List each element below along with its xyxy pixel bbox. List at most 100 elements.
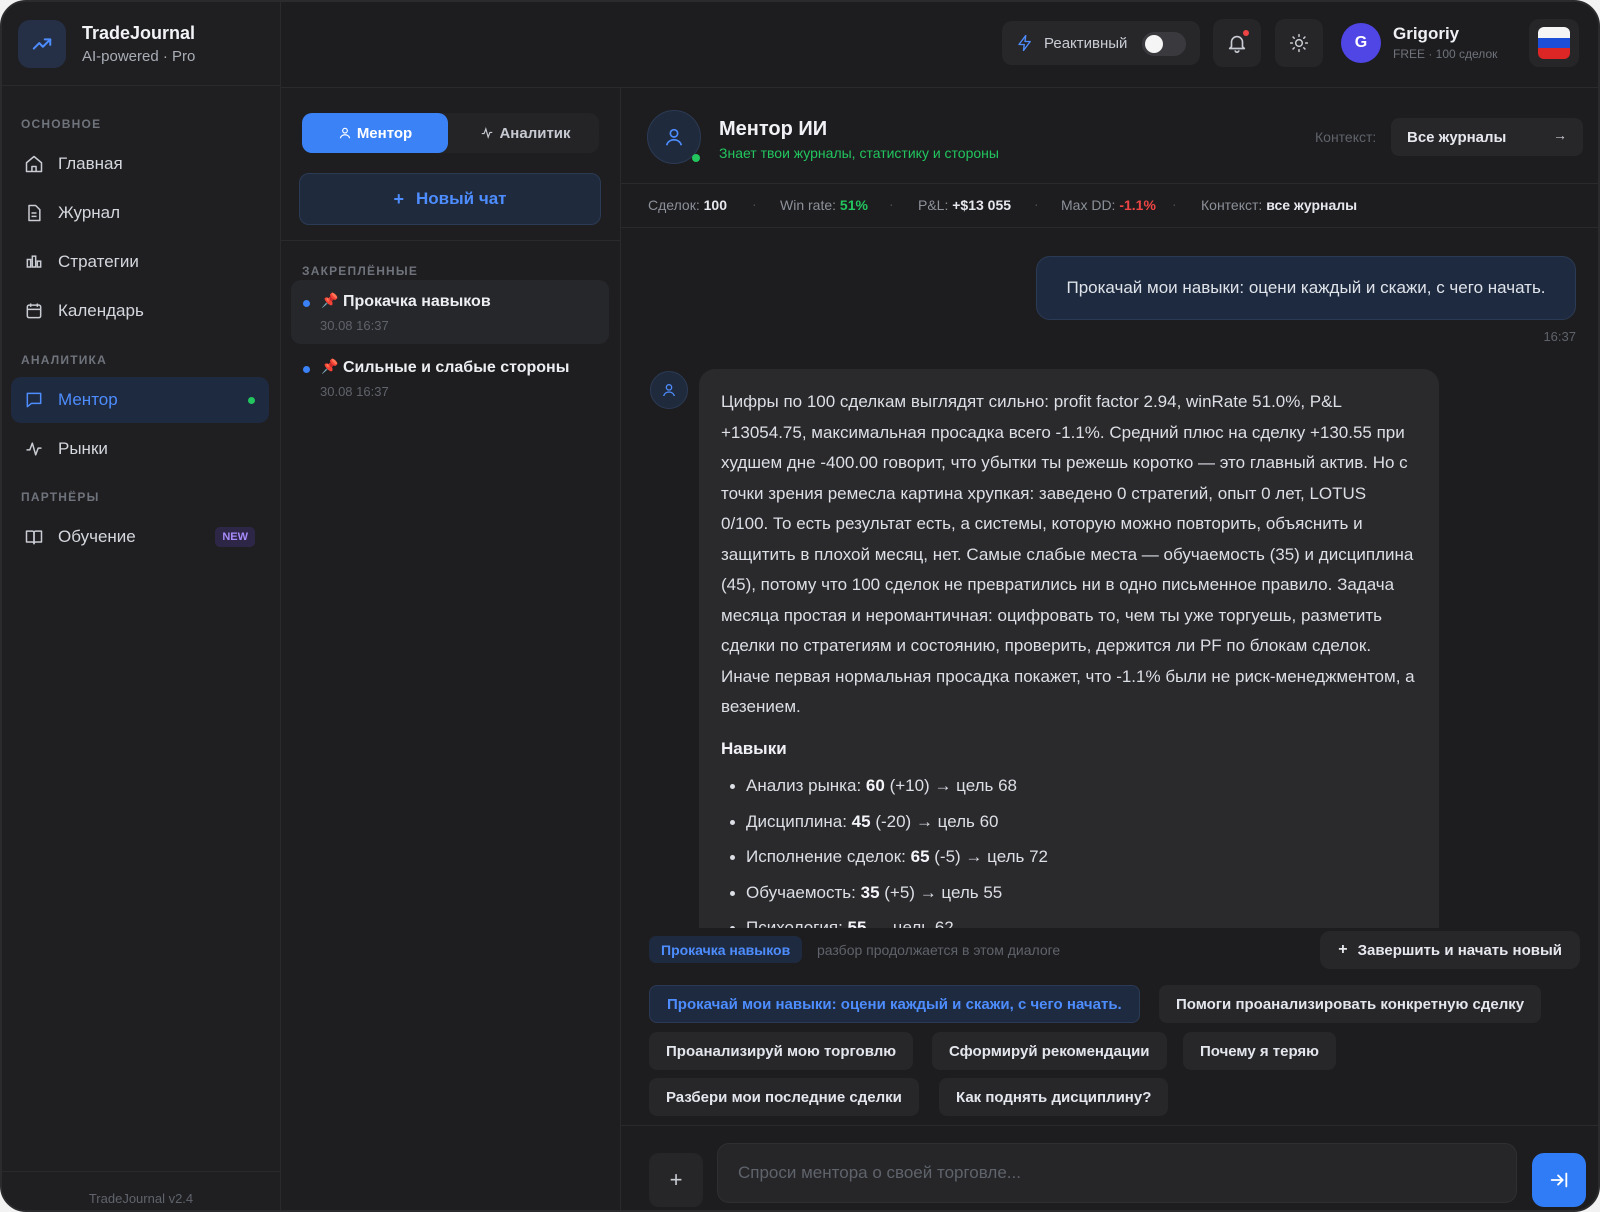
chat-title: Прокачка навыков bbox=[343, 293, 491, 310]
calendar-icon bbox=[26, 303, 42, 319]
online-dot bbox=[248, 397, 255, 404]
pulse-icon bbox=[482, 127, 493, 139]
suggestion-chip[interactable]: Прокачай мои навыки: оцени каждый и скаж… bbox=[649, 985, 1140, 1023]
context-label: Контекст: bbox=[1315, 129, 1377, 145]
user-plan: FREE · 100 сделок bbox=[1393, 47, 1498, 61]
theme-button[interactable] bbox=[1275, 19, 1323, 67]
stat-trades: Сделок: 100 bbox=[648, 197, 727, 213]
pin-icon: 📌 bbox=[321, 358, 339, 374]
sidebar-item-home[interactable]: Главная bbox=[11, 141, 269, 187]
thread-note: разбор продолжается в этом диалоге bbox=[817, 942, 1061, 958]
avatar[interactable]: G bbox=[1341, 23, 1381, 63]
new-chat-button[interactable]: + Новый чат bbox=[299, 173, 601, 225]
chat-item[interactable]: 📌 Прокачка навыков 30.08 16:37 bbox=[291, 280, 609, 344]
list-item: Дисциплина: 45 (-20) → цель 60 bbox=[721, 804, 1417, 840]
tab-mentor[interactable]: Ментор bbox=[302, 113, 448, 153]
finish-and-new-button[interactable]: + Завершить и начать новый bbox=[1320, 931, 1580, 969]
chat-bullet bbox=[303, 366, 310, 373]
message-icon bbox=[26, 392, 42, 408]
suggestion-chip[interactable]: Помоги проанализировать конкретную сделк… bbox=[1159, 985, 1542, 1023]
chat-main: Ментор ИИ Знает твои журналы, статистику… bbox=[621, 88, 1598, 1210]
nav-section-partners: ПАРТНЁРЫ bbox=[21, 490, 100, 504]
chat-header: Ментор ИИ Знает твои журналы, статистику… bbox=[621, 88, 1598, 184]
reactive-mode-toggle[interactable]: Реактивный bbox=[1002, 21, 1200, 65]
sidebar-item-label: Календарь bbox=[58, 301, 144, 320]
chat-bullet bbox=[303, 300, 310, 307]
new-badge: NEW bbox=[215, 527, 255, 547]
list-item: Психология: 55 → цель 62 bbox=[721, 910, 1417, 928]
user-icon bbox=[663, 384, 675, 397]
chat-title: Сильные и слабые стороны bbox=[343, 359, 570, 376]
messages-area[interactable]: Прокачай мои навыки: оцени каждый и скаж… bbox=[621, 229, 1598, 928]
separator: · bbox=[1034, 196, 1039, 212]
reactive-label: Реактивный bbox=[1044, 34, 1128, 52]
suggestion-chip[interactable]: Сформируй рекомендации bbox=[932, 1032, 1167, 1070]
thread-bar: Прокачка навыков разбор продолжается в э… bbox=[621, 928, 1598, 974]
separator: · bbox=[889, 196, 894, 212]
chat-list-panel: Ментор Аналитик + Новый чат ЗАКРЕПЛЁННЫЕ… bbox=[281, 88, 621, 1210]
context-value: Все журналы bbox=[1407, 128, 1507, 146]
tab-analyst[interactable]: Аналитик bbox=[452, 113, 599, 153]
message-text: Цифры по 100 сделкам выглядят сильно: pr… bbox=[721, 392, 1415, 716]
stat-maxdd: Max DD: -1.1% bbox=[1061, 197, 1156, 213]
input-bar: + bbox=[621, 1125, 1598, 1210]
suggestion-chip[interactable]: Почему я теряю bbox=[1183, 1032, 1336, 1070]
pinned-section-title: ЗАКРЕПЛЁННЫЕ bbox=[302, 264, 419, 278]
nav-section-main: ОСНОВНОЕ bbox=[21, 117, 102, 131]
app-window: TradeJournal AI-powered · Pro ОСНОВНОЕ Г… bbox=[0, 0, 1600, 1212]
suggestion-chip[interactable]: Как поднять дисциплину? bbox=[939, 1078, 1169, 1116]
app-version: TradeJournal v2.4 bbox=[88, 1191, 194, 1206]
sidebar-item-label: Журнал bbox=[58, 203, 121, 222]
sidebar-item-label: Стратегии bbox=[58, 252, 139, 271]
user-message: Прокачай мои навыки: оцени каждый и скаж… bbox=[1036, 256, 1576, 320]
toggle-switch[interactable] bbox=[1142, 32, 1186, 56]
brand[interactable]: TradeJournal AI-powered · Pro bbox=[18, 20, 195, 68]
separator: · bbox=[752, 196, 757, 212]
topbar: Реактивный G Grigoriy FREE · 100 сделок bbox=[281, 2, 1598, 88]
thread-chip[interactable]: Прокачка навыков bbox=[649, 936, 803, 963]
send-icon bbox=[1550, 1172, 1568, 1188]
sidebar: TradeJournal AI-powered · Pro ОСНОВНОЕ Г… bbox=[2, 2, 281, 1210]
stat-pnl: P&L: +$13 055 bbox=[918, 197, 1012, 213]
language-button[interactable] bbox=[1529, 19, 1579, 67]
message-input[interactable] bbox=[717, 1143, 1517, 1203]
sidebar-item-journal[interactable]: Журнал bbox=[11, 190, 269, 236]
divider bbox=[2, 1171, 280, 1172]
bars-icon bbox=[26, 255, 42, 268]
tab-label: Аналитик bbox=[499, 124, 571, 142]
notifications-button[interactable] bbox=[1213, 19, 1261, 67]
trending-up-icon bbox=[18, 20, 66, 68]
online-dot bbox=[692, 154, 700, 162]
sidebar-item-calendar[interactable]: Календарь bbox=[11, 288, 269, 334]
sidebar-item-label: Ментор bbox=[58, 390, 118, 409]
new-chat-label: Новый чат bbox=[416, 189, 507, 208]
attach-button[interactable]: + bbox=[649, 1153, 703, 1207]
skills-heading: Навыки bbox=[721, 738, 787, 758]
document-icon bbox=[28, 204, 41, 222]
sidebar-item-label: Рынки bbox=[58, 439, 108, 458]
user-icon bbox=[665, 128, 683, 146]
stat-winrate: Win rate: 51% bbox=[780, 197, 868, 213]
divider bbox=[2, 85, 280, 86]
list-item: Исполнение сделок: 65 (-5) → цель 72 bbox=[721, 839, 1417, 875]
divider bbox=[281, 240, 620, 241]
sidebar-item-mentor[interactable]: Ментор bbox=[11, 377, 269, 423]
suggestion-chip[interactable]: Разбери мои последние сделки bbox=[649, 1078, 919, 1116]
chat-date: 30.08 16:37 bbox=[320, 384, 389, 399]
mentor-message: Цифры по 100 сделкам выглядят сильно: pr… bbox=[699, 369, 1439, 928]
suggestion-chip[interactable]: Проанализируй мою торговлю bbox=[649, 1032, 914, 1070]
sidebar-item-learning[interactable]: Обучение NEW bbox=[11, 514, 269, 560]
chat-item[interactable]: 📌 Сильные и слабые стороны 30.08 16:37 bbox=[291, 346, 609, 410]
mentor-name: Ментор ИИ bbox=[719, 118, 828, 140]
user-name[interactable]: Grigoriy bbox=[1393, 24, 1459, 44]
context-select[interactable]: Все журналы → bbox=[1391, 118, 1583, 156]
list-item: Обучаемость: 35 (+5) → цель 55 bbox=[721, 875, 1417, 911]
notification-dot bbox=[1243, 30, 1249, 36]
sidebar-item-markets[interactable]: Рынки bbox=[11, 426, 269, 472]
send-button[interactable] bbox=[1532, 1153, 1586, 1207]
plus-icon: + bbox=[669, 1167, 683, 1192]
user-icon bbox=[339, 127, 351, 139]
app-name: TradeJournal bbox=[82, 23, 196, 43]
sidebar-item-strategies[interactable]: Стратегии bbox=[11, 239, 269, 285]
book-icon bbox=[25, 530, 43, 545]
